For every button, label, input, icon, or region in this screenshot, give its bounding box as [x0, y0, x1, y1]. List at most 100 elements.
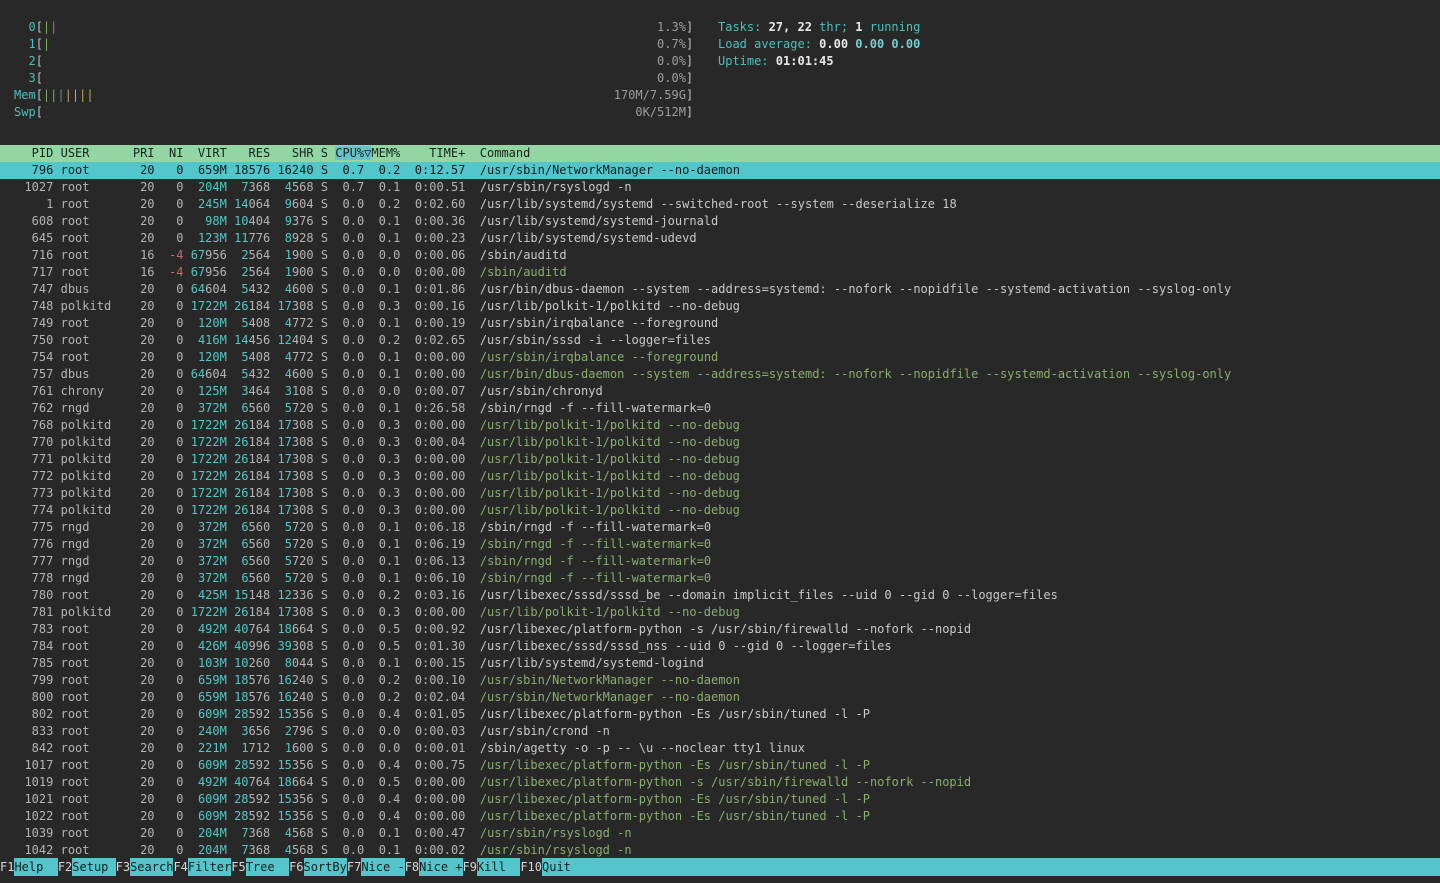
fkey-label-filter[interactable]: Filter	[188, 858, 231, 876]
process-row[interactable]: 749 root 20 0 120M 5408 4772 S 0.0 0.1 0…	[0, 315, 1440, 332]
process-row[interactable]: 768 polkitd 20 0 1722M 26184 17308 S 0.0…	[0, 417, 1440, 434]
column-header-pid[interactable]: PID	[10, 146, 53, 160]
cell-ni: 0	[162, 486, 184, 500]
column-header-virt[interactable]: VIRT	[191, 146, 227, 160]
cell-pid: 774	[10, 503, 53, 517]
fkey-F6[interactable]: F6	[289, 858, 303, 876]
cell-state: S	[321, 418, 328, 432]
process-row[interactable]: 780 root 20 0 425M 15148 12336 S 0.0 0.2…	[0, 587, 1440, 604]
fkey-F4[interactable]: F4	[173, 858, 187, 876]
column-header-state[interactable]: S	[321, 146, 328, 160]
fkey-label-tree[interactable]: Tree	[246, 858, 289, 876]
column-header-pri[interactable]: PRI	[133, 146, 155, 160]
process-row[interactable]: 799 root 20 0 659M 18576 16240 S 0.0 0.2…	[0, 672, 1440, 689]
cell-command: /usr/libexec/platform-python -Es /usr/sb…	[480, 792, 870, 806]
fkey-label-setup[interactable]: Setup	[72, 858, 115, 876]
process-row[interactable]: 716 root 16 -4 67956 2564 1900 S 0.0 0.0…	[0, 247, 1440, 264]
process-row[interactable]: 771 polkitd 20 0 1722M 26184 17308 S 0.0…	[0, 451, 1440, 468]
process-row[interactable]: 775 rngd 20 0 372M 6560 5720 S 0.0 0.1 0…	[0, 519, 1440, 536]
fkey-F2[interactable]: F2	[58, 858, 72, 876]
process-row[interactable]: 750 root 20 0 416M 14456 12404 S 0.0 0.2…	[0, 332, 1440, 349]
column-header-time[interactable]: TIME+	[408, 146, 466, 160]
column-header-command[interactable]: Command	[480, 146, 531, 160]
process-row[interactable]: 762 rngd 20 0 372M 6560 5720 S 0.0 0.1 0…	[0, 400, 1440, 417]
process-row[interactable]: 770 polkitd 20 0 1722M 26184 17308 S 0.0…	[0, 434, 1440, 451]
process-row[interactable]: 796 root 20 0 659M 18576 16240 S 0.7 0.2…	[0, 162, 1440, 179]
process-row[interactable]: 776 rngd 20 0 372M 6560 5720 S 0.0 0.1 0…	[0, 536, 1440, 553]
fkey-F10[interactable]: F10	[520, 858, 542, 876]
process-row[interactable]: 1019 root 20 0 492M 40764 18664 S 0.0 0.…	[0, 774, 1440, 791]
process-row[interactable]: 800 root 20 0 659M 18576 16240 S 0.0 0.2…	[0, 689, 1440, 706]
cell-ni: 0	[162, 639, 184, 653]
process-row[interactable]: 842 root 20 0 221M 1712 1600 S 0.0 0.0 0…	[0, 740, 1440, 757]
process-row[interactable]: 757 dbus 20 0 64604 5432 4600 S 0.0 0.1 …	[0, 366, 1440, 383]
column-header-user[interactable]: USER	[61, 146, 126, 160]
cell-virt: 1722M	[191, 435, 227, 449]
process-row[interactable]: 774 polkitd 20 0 1722M 26184 17308 S 0.0…	[0, 502, 1440, 519]
process-row[interactable]: 1021 root 20 0 609M 28592 15356 S 0.0 0.…	[0, 791, 1440, 808]
process-row[interactable]: 717 root 16 -4 67956 2564 1900 S 0.0 0.0…	[0, 264, 1440, 281]
process-row[interactable]: 1042 root 20 0 204M 7368 4568 S 0.0 0.1 …	[0, 842, 1440, 859]
process-row[interactable]: 777 rngd 20 0 372M 6560 5720 S 0.0 0.1 0…	[0, 553, 1440, 570]
cell-ni: 0	[162, 197, 184, 211]
cell-user: dbus	[61, 282, 126, 296]
process-row[interactable]: 1039 root 20 0 204M 7368 4568 S 0.0 0.1 …	[0, 825, 1440, 842]
fkey-label-search[interactable]: Search	[130, 858, 173, 876]
cell-mem: 0.5	[371, 775, 400, 789]
cell-mem: 0.1	[371, 537, 400, 551]
process-row[interactable]: 772 polkitd 20 0 1722M 26184 17308 S 0.0…	[0, 468, 1440, 485]
process-row[interactable]: 1027 root 20 0 204M 7368 4568 S 0.7 0.1 …	[0, 179, 1440, 196]
process-row[interactable]: 1017 root 20 0 609M 28592 15356 S 0.0 0.…	[0, 757, 1440, 774]
process-row[interactable]: 645 root 20 0 123M 11776 8928 S 0.0 0.1 …	[0, 230, 1440, 247]
fkey-F1[interactable]: F1	[0, 858, 14, 876]
fkey-F7[interactable]: F7	[347, 858, 361, 876]
cell-ni: 0	[162, 605, 184, 619]
column-header-res[interactable]: RES	[234, 146, 270, 160]
column-header-mem[interactable]: MEM%	[371, 146, 400, 160]
cell-time: 0:01.05	[408, 707, 466, 721]
cell-shr: 15356	[277, 758, 313, 772]
process-row[interactable]: 784 root 20 0 426M 40996 39308 S 0.0 0.5…	[0, 638, 1440, 655]
process-row[interactable]: 761 chrony 20 0 125M 3464 3108 S 0.0 0.0…	[0, 383, 1440, 400]
cell-shr: 5720	[277, 401, 313, 415]
cell-pri: 16	[133, 248, 155, 262]
fkey-label-nice--[interactable]: Nice -	[361, 858, 404, 876]
fkey-label-help[interactable]: Help	[14, 858, 57, 876]
fkey-label-quit[interactable]: Quit	[542, 858, 1440, 876]
process-row[interactable]: 608 root 20 0 98M 10404 9376 S 0.0 0.1 0…	[0, 213, 1440, 230]
cell-ni: 0	[162, 826, 184, 840]
process-row[interactable]: 783 root 20 0 492M 40764 18664 S 0.0 0.5…	[0, 621, 1440, 638]
process-row[interactable]: 1 root 20 0 245M 14064 9604 S 0.0 0.2 0:…	[0, 196, 1440, 213]
cell-res: 6560	[234, 401, 270, 415]
process-row[interactable]: 833 root 20 0 240M 3656 2796 S 0.0 0.0 0…	[0, 723, 1440, 740]
meter-value: 0.7%	[657, 37, 686, 51]
process-row[interactable]: 785 root 20 0 103M 10260 8044 S 0.0 0.1 …	[0, 655, 1440, 672]
column-header-cpu[interactable]: CPU%▽	[335, 146, 371, 160]
fkey-F5[interactable]: F5	[231, 858, 245, 876]
cell-time: 0:00.51	[408, 180, 466, 194]
column-header-ni[interactable]: NI	[162, 146, 184, 160]
process-row[interactable]: 747 dbus 20 0 64604 5432 4600 S 0.0 0.1 …	[0, 281, 1440, 298]
cell-ni: 0	[162, 673, 184, 687]
cell-pri: 20	[133, 469, 155, 483]
cell-virt: 609M	[191, 707, 227, 721]
process-row[interactable]: 773 polkitd 20 0 1722M 26184 17308 S 0.0…	[0, 485, 1440, 502]
fkey-F9[interactable]: F9	[463, 858, 477, 876]
fkey-label-nice-+[interactable]: Nice +	[419, 858, 462, 876]
process-row[interactable]: 1022 root 20 0 609M 28592 15356 S 0.0 0.…	[0, 808, 1440, 825]
fkey-label-kill[interactable]: Kill	[477, 858, 520, 876]
cell-user: rngd	[61, 554, 126, 568]
column-header-shr[interactable]: SHR	[277, 146, 313, 160]
process-row[interactable]: 754 root 20 0 120M 5408 4772 S 0.0 0.1 0…	[0, 349, 1440, 366]
cell-state: S	[321, 622, 328, 636]
process-row[interactable]: 748 polkitd 20 0 1722M 26184 17308 S 0.0…	[0, 298, 1440, 315]
cell-pri: 20	[133, 180, 155, 194]
process-row[interactable]: 781 polkitd 20 0 1722M 26184 17308 S 0.0…	[0, 604, 1440, 621]
cell-state: S	[321, 520, 328, 534]
process-row[interactable]: 778 rngd 20 0 372M 6560 5720 S 0.0 0.1 0…	[0, 570, 1440, 587]
cell-time: 0:00.75	[408, 758, 466, 772]
fkey-label-sortby[interactable]: SortBy	[304, 858, 347, 876]
process-row[interactable]: 802 root 20 0 609M 28592 15356 S 0.0 0.4…	[0, 706, 1440, 723]
fkey-F3[interactable]: F3	[116, 858, 130, 876]
fkey-F8[interactable]: F8	[405, 858, 419, 876]
